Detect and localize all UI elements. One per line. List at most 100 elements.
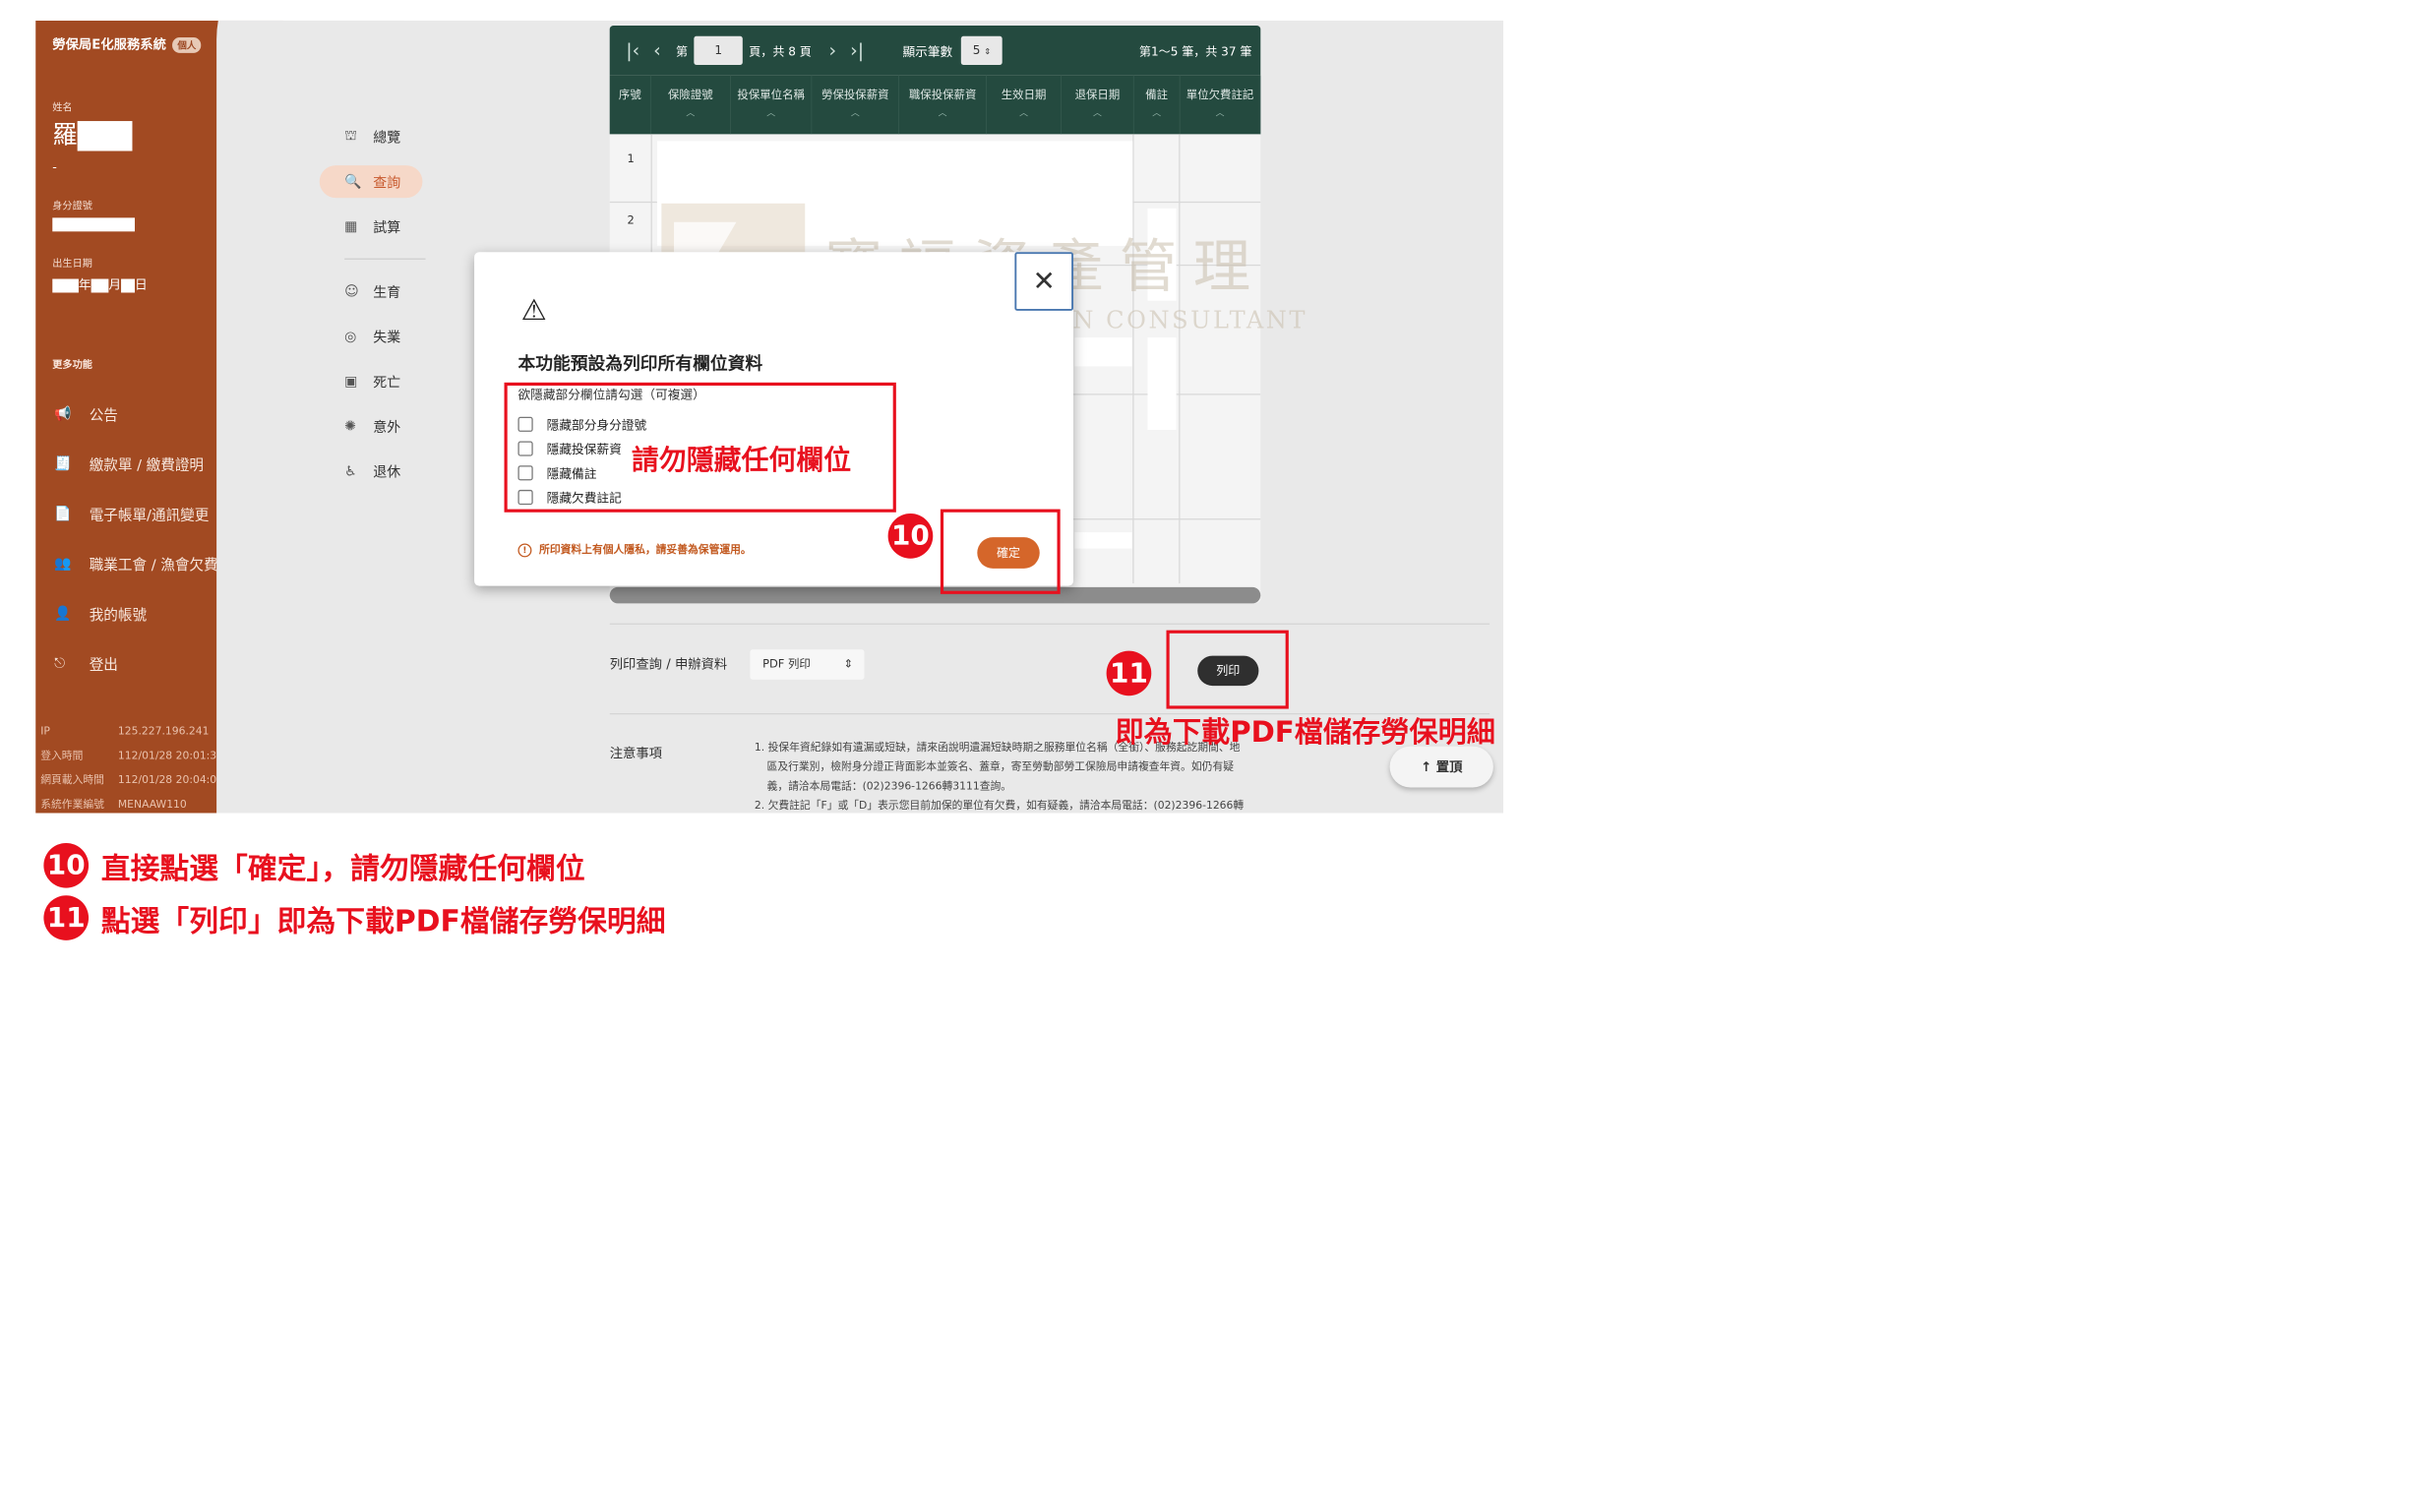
select-caret-icon: ⇕ [843,657,854,671]
dob-mask-year [52,278,79,293]
close-icon[interactable]: ✕ [1014,252,1073,311]
death-icon: ▣ [344,373,358,390]
nav-item-search[interactable]: 🔍 查詢 [319,165,423,199]
nav-item-birth[interactable]: ☺ 生育 [320,269,445,314]
caption-step-10-badge: 10 [43,842,90,888]
warning-icon: ⚠ [520,292,547,327]
sort-caret-icon[interactable]: ︿ [987,104,1061,122]
column-header-label: 單位欠費註記 [1186,89,1254,102]
caption-step-11-badge: 11 [43,895,90,940]
column-header[interactable]: 職保投保薪資 ︿ [899,75,987,135]
logout-icon: ⎋ [54,655,66,672]
name-label: 姓名 [52,100,73,113]
side-menu-label: 職業工會 / 漁會欠費 [89,557,218,574]
sort-caret-icon[interactable]: ︿ [731,104,812,122]
col-divider [1132,134,1134,584]
column-header[interactable]: 退保日期 ︿ [1062,75,1134,135]
name-value: 羅 [52,114,133,151]
page-input[interactable]: 1 [694,35,743,65]
column-header-label: 序號 [618,89,641,102]
horizontal-scrollbar[interactable] [609,586,1261,604]
page-size-select[interactable]: 5 ⇕ [961,35,1003,65]
column-header[interactable]: 投保單位名稱 ︿ [731,75,813,135]
sort-caret-icon[interactable]: ︿ [1180,104,1259,122]
app-screenshot: 勞保局E化服務系統 個人 姓名 羅 - 身分證號 出生日期 年 月日 更多功能 📢 公… [35,20,1504,814]
meta-login-value: 112/01/28 20:01:34 [117,749,224,762]
step-10-badge: 10 [887,514,934,559]
column-header[interactable]: 備註 ︿ [1134,75,1181,135]
name-mask [77,121,133,151]
last-page-icon[interactable]: ›| [850,39,864,61]
receipt-icon: 🧾 [54,455,72,472]
nav-item-retire[interactable]: ♿ 退休 [320,449,445,494]
nav-item-label: 總覽 [373,130,401,147]
column-header[interactable]: 單位欠費註記 ︿ [1180,75,1261,135]
record-summary: 第1～5 筆，共 37 筆 [1138,44,1252,59]
column-header[interactable]: 保險證號 ︿ [651,75,731,135]
megaphone-icon: 📢 [54,405,72,422]
sort-caret-icon[interactable]: ︿ [1134,104,1180,122]
birth-icon: ☺ [344,283,359,300]
sort-caret-icon[interactable]: ︿ [651,104,731,122]
divider [609,623,1490,625]
nav-item-overview[interactable]: ⛫ 總覽 [320,114,445,159]
prev-page-icon[interactable]: ‹ [653,39,661,61]
caption-step-10-text: 直接點選「確定」，請勿隱藏任何欄位 [100,851,585,886]
retire-icon: ♿ [344,462,357,479]
nav-item-calculator[interactable]: ▦ 試算 [320,204,445,249]
first-page-icon[interactable]: |‹ [626,39,639,61]
side-menu-label: 電子帳單/通訊變更 [89,507,210,524]
column-header[interactable]: 勞保投保薪資 ︿ [812,75,900,135]
caption-step-10: 10 直接點選「確定」，請勿隱藏任何欄位 [43,842,585,888]
notes-line: 2. 欠費註記「F」或「D」表示您目前加保的單位有欠費，如有疑義，請洽本局電話：… [754,799,1245,813]
dialog-title: 本功能預設為列印所有欄位資料 [517,353,763,374]
col-divider [1179,134,1181,584]
caption-step-11: 11 點選「列印」即為下載PDF檔儲存勞保明細 [43,895,666,940]
sort-caret-icon[interactable]: ︿ [1062,104,1133,122]
dob-month-unit: 月 [108,276,122,292]
nav-item-accident[interactable]: ✺ 意外 [320,403,445,449]
annotation-box-print [1166,630,1289,709]
nav-item-label: 生育 [373,284,401,301]
meta-sys-value: MENAAW110 [117,798,187,811]
personal-badge: 個人 [172,36,202,53]
nav-item-label: 查詢 [373,175,401,192]
side-menu-label: 公告 [89,407,118,424]
column-header-label: 保險證號 [668,89,713,102]
app-title: 勞保局E化服務系統 個人 [52,34,202,53]
more-functions-heading: 更多功能 [52,358,92,371]
column-header[interactable]: 生效日期 ︿ [987,75,1062,135]
redacted-cell [1147,337,1177,431]
sort-caret-icon[interactable]: ︿ [899,104,986,122]
row-number: 1 [627,151,635,166]
meta-sys-label: 系統作業編號 [40,798,104,811]
next-page-icon[interactable]: › [829,39,837,61]
nav-item-label: 退休 [373,464,401,481]
column-header[interactable]: 序號 [610,75,651,135]
print-format-select[interactable]: PDF 列印 ⇕ [750,649,865,680]
page-size-label: 顯示筆數 [902,43,953,59]
table-header: 序號 保險證號 ︿ 投保單位名稱 ︿ 勞保投保薪資 ︿ 職保投保薪資 ︿ 生效日期 ︿ 退保日期 ︿ 備註… [609,75,1261,135]
annotation-box-confirm [940,509,1061,594]
nav-item-death[interactable]: ▣ 死亡 [320,359,445,404]
unemployment-icon: ◎ [344,328,357,344]
page-suffix: 頁，共 8 頁 [749,44,812,59]
column-header-label: 備註 [1145,89,1169,102]
notes-line: 區及行業別，檢附身分證正背面影本並簽名、蓋章，寄至勞動部勞工保險局申請複查年資。… [766,760,1235,773]
side-menu-label: 我的帳號 [89,607,148,624]
nav-item-unemployment[interactable]: ◎ 失業 [320,314,445,359]
calculator-icon: ▦ [344,218,358,235]
step-11-badge: 11 [1106,650,1152,696]
sort-caret-icon[interactable]: ︿ [812,104,898,122]
privacy-note: ! 所印資料上有個人隱私，請妥善為保管運用。 [517,540,752,558]
app-title-text: 勞保局E化服務系統 [52,36,166,52]
dob-mask-month [91,278,109,293]
column-header-label: 退保日期 [1074,89,1121,102]
user-icon: 👤 [54,605,72,622]
notes-label: 注意事項 [609,745,662,761]
dob-mask-day [121,278,136,293]
back-to-top-button[interactable]: ↑ 置頂 [1389,746,1493,788]
dob-day-unit: 日 [135,276,148,292]
dob-year-unit: 年 [78,276,91,292]
search-icon: 🔍 [344,173,362,190]
